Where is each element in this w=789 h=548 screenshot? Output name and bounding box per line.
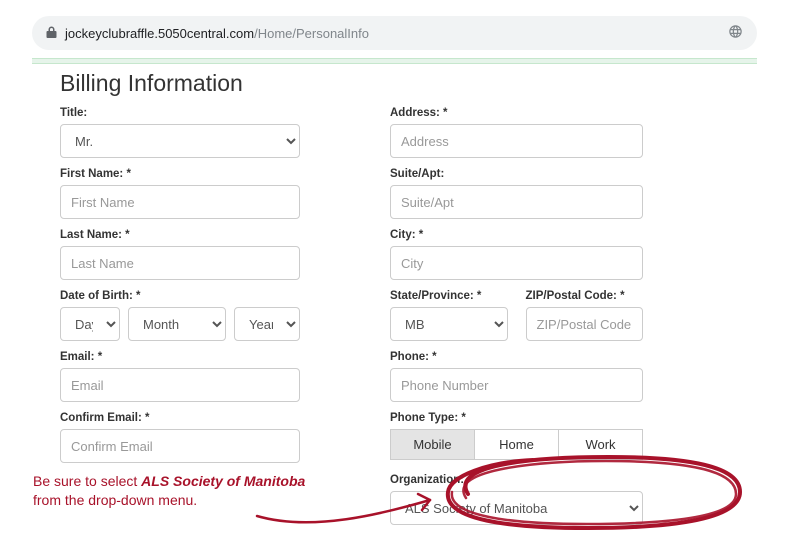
success-strip (32, 58, 757, 64)
translate-icon[interactable] (728, 24, 743, 42)
phone-type-work[interactable]: Work (559, 429, 643, 460)
state-select[interactable]: MB (390, 307, 508, 341)
annotation-prefix: Be sure to select (33, 473, 141, 489)
dob-year-select[interactable]: Year (234, 307, 300, 341)
title-select[interactable]: Mr. (60, 124, 300, 158)
last-name-label: Last Name: * (60, 229, 300, 241)
suite-label: Suite/Apt: (390, 168, 643, 180)
address-label: Address: * (390, 107, 643, 119)
first-name-label: First Name: * (60, 168, 300, 180)
zip-input[interactable] (526, 307, 644, 341)
address-bar[interactable]: jockeyclubraffle.5050central.com /Home/P… (32, 16, 757, 50)
dob-label: Date of Birth: * (60, 290, 300, 302)
last-name-input[interactable] (60, 246, 300, 280)
email-input[interactable] (60, 368, 300, 402)
organization-select[interactable]: ALS Society of Manitoba (390, 491, 643, 525)
lock-icon (46, 26, 57, 41)
first-name-input[interactable] (60, 185, 300, 219)
address-input[interactable] (390, 124, 643, 158)
confirm-email-input[interactable] (60, 429, 300, 463)
phone-label: Phone: * (390, 351, 643, 363)
phone-input[interactable] (390, 368, 643, 402)
annotation-line2: from the drop-down menu. (33, 492, 197, 508)
state-label: State/Province: * (390, 290, 508, 302)
dob-day-select[interactable]: Day (60, 307, 120, 341)
annotation-text: Be sure to select ALS Society of Manitob… (33, 472, 305, 510)
dob-month-select[interactable]: Month (128, 307, 226, 341)
url-path: /Home/PersonalInfo (254, 26, 369, 41)
phone-type-home[interactable]: Home (475, 429, 559, 460)
url-domain: jockeyclubraffle.5050central.com (65, 26, 254, 41)
page-title: Billing Information (60, 70, 729, 97)
title-label: Title: (60, 107, 300, 119)
city-input[interactable] (390, 246, 643, 280)
organization-label: Organization: (390, 474, 643, 486)
email-label: Email: * (60, 351, 300, 363)
annotation-bold: ALS Society of Manitoba (141, 473, 305, 489)
city-label: City: * (390, 229, 643, 241)
suite-input[interactable] (390, 185, 643, 219)
phone-type-mobile[interactable]: Mobile (390, 429, 475, 460)
phone-type-label: Phone Type: * (390, 412, 643, 424)
zip-label: ZIP/Postal Code: * (526, 290, 644, 302)
confirm-email-label: Confirm Email: * (60, 412, 300, 424)
